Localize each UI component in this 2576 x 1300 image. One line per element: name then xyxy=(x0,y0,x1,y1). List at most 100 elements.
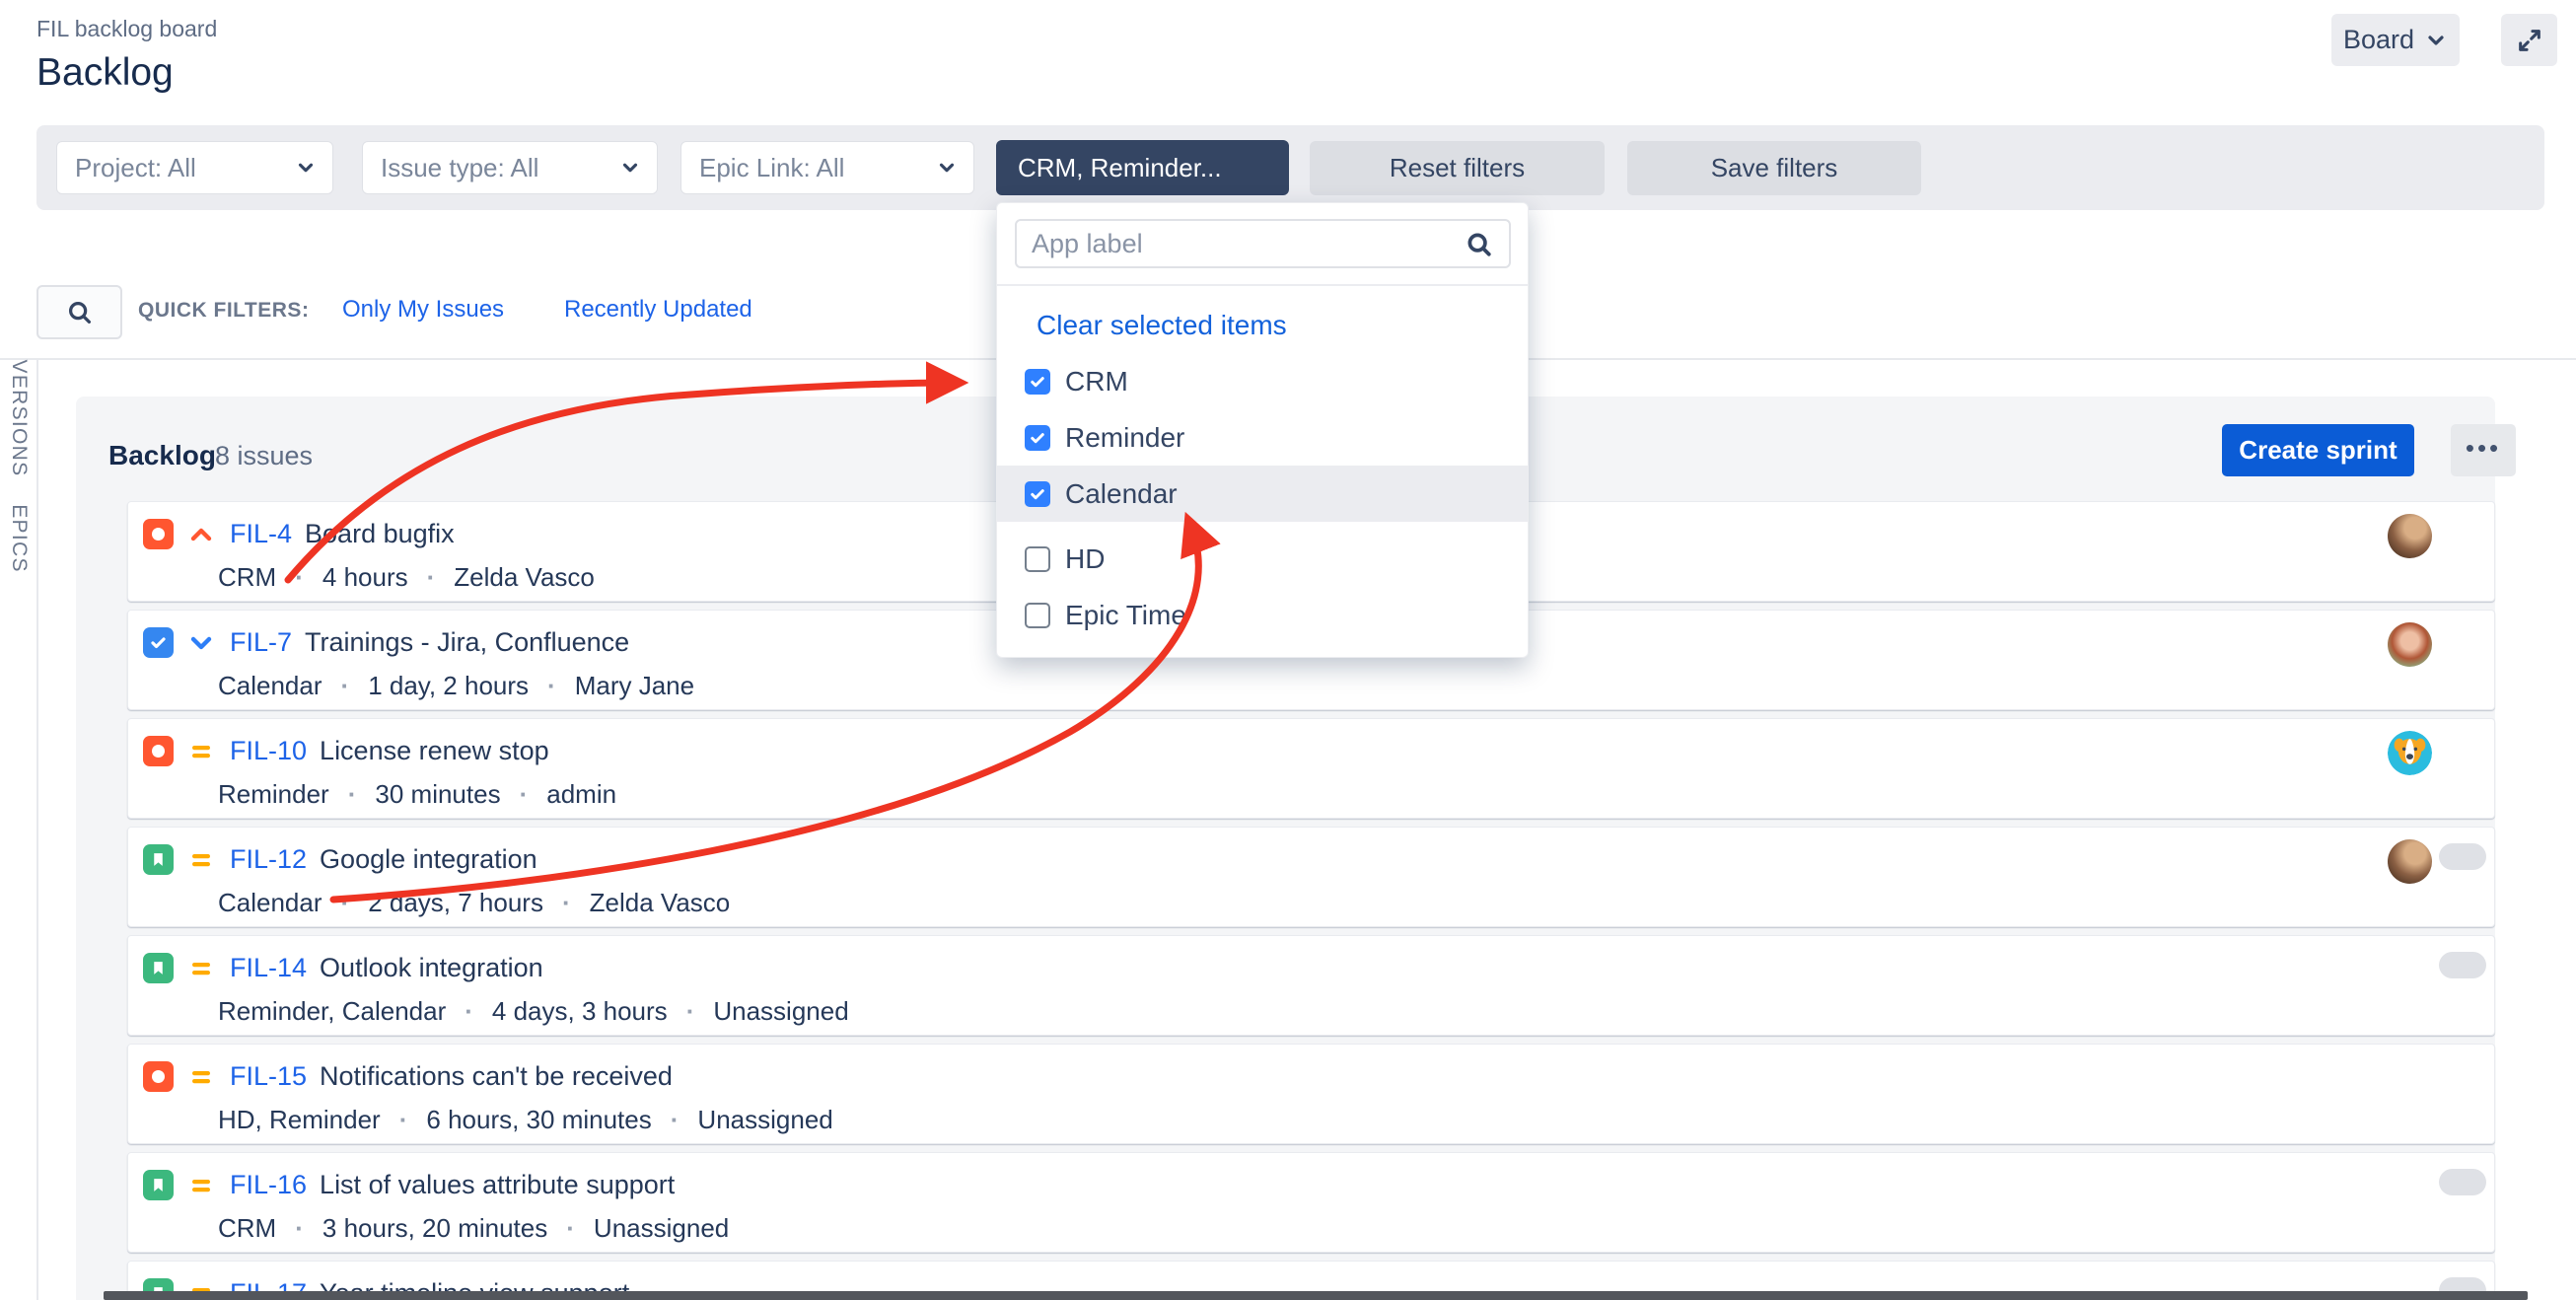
issue-estimate: 1 day, 2 hours xyxy=(368,671,529,701)
issue-assignee: admin xyxy=(546,779,616,810)
project-filter-select[interactable]: Project: All xyxy=(56,141,333,194)
app-label-option[interactable]: Calendar xyxy=(997,466,1528,522)
issue-assignee: Mary Jane xyxy=(575,671,694,701)
issue-labels: Calendar xyxy=(218,888,322,918)
more-actions-button[interactable]: ••• xyxy=(2451,424,2516,476)
quick-filter-recently-updated[interactable]: Recently Updated xyxy=(564,296,752,324)
issue-summary: Board bugfix xyxy=(305,519,455,549)
issue-type-icon xyxy=(143,1170,174,1200)
issue-row[interactable]: FIL-12 Google integration Calendar 2 days… xyxy=(127,827,2495,927)
issue-key[interactable]: FIL-10 xyxy=(230,736,307,766)
issue-row[interactable]: FIL-16 List of values attribute support … xyxy=(127,1152,2495,1253)
issue-meta: Reminder, Calendar4 days, 3 hoursUnassig… xyxy=(218,996,2494,1027)
issue-title-line: FIL-14 Outlook integration xyxy=(128,936,2494,983)
issue-type-icon xyxy=(143,519,174,549)
side-rail-versions[interactable]: VERSIONS xyxy=(7,360,31,477)
issue-row[interactable]: FIL-15 Notifications can't be received H… xyxy=(127,1044,2495,1144)
dot-separator xyxy=(562,888,571,918)
filter-bar: Project: All Issue type: All Epic Link: … xyxy=(36,125,2544,210)
chevron-down-icon xyxy=(619,157,641,179)
issue-summary: Google integration xyxy=(320,844,537,875)
dot-separator xyxy=(427,562,436,593)
issue-row[interactable]: FIL-10 License renew stop Reminder30 min… xyxy=(127,718,2495,819)
priority-icon xyxy=(187,1063,215,1091)
window-bottom-edge xyxy=(104,1291,2528,1300)
issue-labels: HD, Reminder xyxy=(218,1105,381,1135)
issue-estimate: 2 days, 7 hours xyxy=(368,888,543,918)
dot-separator xyxy=(348,779,357,810)
quick-filters-label: QUICK FILTERS: xyxy=(138,299,309,323)
breadcrumb[interactable]: FIL backlog board xyxy=(36,16,217,42)
app-label-search xyxy=(997,203,1528,286)
issue-key[interactable]: FIL-12 xyxy=(230,844,307,875)
app-label-filter-button[interactable]: CRM, Reminder... xyxy=(996,140,1289,195)
issue-type-icon xyxy=(143,1061,174,1092)
issue-estimate: 4 hours xyxy=(322,562,408,593)
app-label-dropdown: Clear selected items CRM Reminder Calend… xyxy=(996,202,1529,658)
clear-selected-items-link[interactable]: Clear selected items xyxy=(1037,310,1287,341)
search-icon xyxy=(65,298,95,327)
reset-filters-button[interactable]: Reset filters xyxy=(1310,141,1605,195)
app-label-option[interactable]: HD xyxy=(997,531,1528,587)
issue-assignee: Unassigned xyxy=(713,996,848,1027)
save-filters-button[interactable]: Save filters xyxy=(1627,141,1921,195)
dot-separator xyxy=(341,888,350,918)
backlog-section-title: Backlog xyxy=(108,440,216,471)
option-checkbox[interactable] xyxy=(1025,546,1050,572)
assignee-avatar xyxy=(2388,514,2432,558)
estimate-pill xyxy=(2439,952,2486,978)
option-checkbox[interactable] xyxy=(1025,481,1050,507)
search-button[interactable] xyxy=(36,285,122,339)
issue-key[interactable]: FIL-16 xyxy=(230,1170,307,1200)
assignee-avatar xyxy=(2388,731,2432,775)
app-label-option[interactable]: CRM xyxy=(997,353,1528,409)
expand-button[interactable] xyxy=(2501,14,2557,66)
issue-meta: Calendar 2 days, 7 hours Zelda Vasco xyxy=(218,888,2494,918)
epic-link-filter-select[interactable]: Epic Link: All xyxy=(680,141,974,194)
issue-key[interactable]: FIL-14 xyxy=(230,953,307,983)
option-label: Reminder xyxy=(1065,422,1184,454)
epic-link-filter-value: Epic Link: All xyxy=(699,153,844,183)
side-rail-epics[interactable]: EPICS xyxy=(7,504,31,573)
estimate-pill xyxy=(2439,843,2486,870)
issue-assignee: Unassigned xyxy=(697,1105,832,1135)
priority-icon xyxy=(187,521,215,548)
issue-key[interactable]: FIL-4 xyxy=(230,519,292,549)
issue-type-icon xyxy=(143,736,174,766)
issue-key[interactable]: FIL-15 xyxy=(230,1061,307,1092)
dot-separator xyxy=(547,671,556,701)
expand-icon xyxy=(2516,27,2543,54)
app-label-options: CRM Reminder Calendar HD Epic Time xyxy=(997,353,1528,643)
priority-icon xyxy=(187,955,215,982)
issue-row[interactable]: FIL-14 Outlook integration Reminder, Cal… xyxy=(127,935,2495,1036)
issue-assignee: Zelda Vasco xyxy=(590,888,731,918)
app-label-option[interactable]: Epic Time xyxy=(997,587,1528,643)
chevron-down-icon xyxy=(2424,29,2448,52)
dot-separator xyxy=(295,562,304,593)
dog-avatar-icon xyxy=(2388,731,2432,775)
issue-estimate: 3 hours, 20 minutes xyxy=(322,1213,547,1244)
quick-filter-only-my-issues[interactable]: Only My Issues xyxy=(342,296,504,324)
dot-separator xyxy=(341,671,350,701)
issue-assignee: Zelda Vasco xyxy=(454,562,595,593)
chevron-down-icon xyxy=(295,157,317,179)
create-sprint-button[interactable]: Create sprint xyxy=(2222,424,2414,476)
issue-summary: Trainings - Jira, Confluence xyxy=(305,627,629,658)
option-checkbox[interactable] xyxy=(1025,369,1050,395)
issue-labels: CRM xyxy=(218,562,276,593)
issue-summary: Notifications can't be received xyxy=(320,1061,673,1092)
option-label: Epic Time xyxy=(1065,600,1186,631)
chevron-down-icon xyxy=(936,157,958,179)
option-checkbox[interactable] xyxy=(1025,603,1050,628)
issue-estimate: 6 hours, 30 minutes xyxy=(426,1105,651,1135)
option-checkbox[interactable] xyxy=(1025,425,1050,451)
issue-estimate: 30 minutes xyxy=(375,779,500,810)
app-label-option[interactable]: Reminder xyxy=(997,409,1528,466)
dot-separator xyxy=(686,996,695,1027)
issue-key[interactable]: FIL-7 xyxy=(230,627,292,658)
board-menu-button[interactable]: Board xyxy=(2331,14,2460,66)
backlog-issue-count: 8 issues xyxy=(215,441,313,471)
issue-type-filter-select[interactable]: Issue type: All xyxy=(362,141,658,194)
app-label-search-input[interactable] xyxy=(1015,219,1511,268)
backlog-page: FIL backlog board Backlog Board Project:… xyxy=(0,0,2576,1300)
